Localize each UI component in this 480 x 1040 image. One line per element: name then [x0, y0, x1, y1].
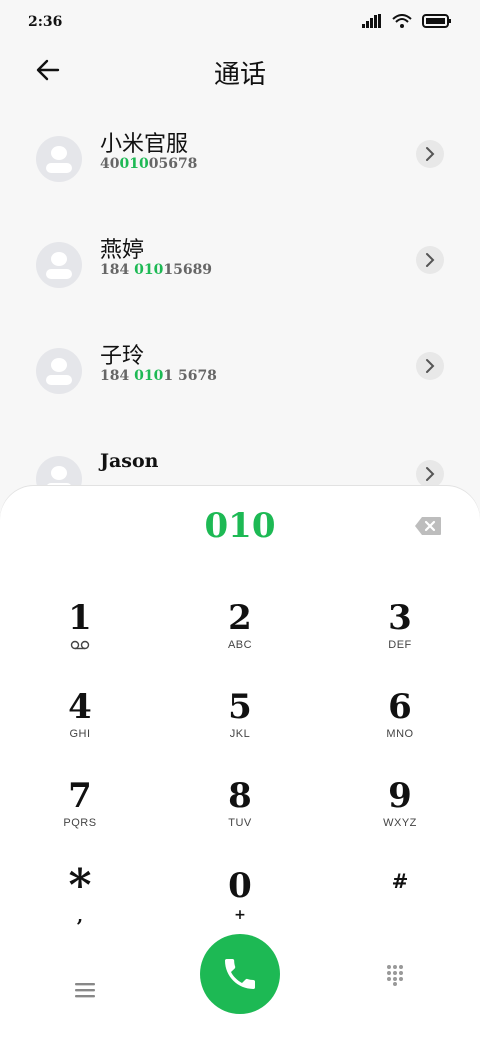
dialed-number: 010 — [204, 506, 276, 546]
voicemail-icon — [70, 640, 90, 650]
key-star[interactable]: * , — [20, 864, 140, 944]
chevron-right-icon[interactable] — [416, 140, 444, 168]
menu-icon[interactable] — [74, 980, 96, 1000]
contact-name: 燕婷 — [100, 238, 145, 263]
contact-row[interactable]: 子玲 184 0101 5678 — [0, 338, 480, 418]
contact-number: 184 01015689 — [100, 262, 213, 278]
avatar — [36, 136, 82, 182]
call-button[interactable] — [200, 934, 280, 1014]
contact-name: Jason — [100, 450, 159, 472]
chevron-right-icon[interactable] — [416, 246, 444, 274]
avatar — [36, 242, 82, 288]
phone-icon — [225, 959, 255, 989]
contact-row[interactable]: 燕婷 184 01015689 — [0, 232, 480, 312]
chevron-right-icon[interactable] — [416, 460, 444, 488]
key-1[interactable]: 1 — [20, 598, 140, 678]
status-time: 2:36 — [28, 14, 63, 30]
contact-name: 子玲 — [100, 344, 145, 369]
key-4[interactable]: 4 GHI — [20, 687, 140, 767]
wifi-icon — [392, 14, 412, 28]
key-3[interactable]: 3 DEF — [340, 598, 460, 678]
signal-icon — [362, 14, 381, 28]
battery-icon — [422, 14, 451, 28]
key-9[interactable]: 9 WXYZ — [340, 776, 460, 856]
keypad-icon[interactable] — [386, 964, 404, 986]
key-5[interactable]: 5 JKL — [180, 687, 300, 767]
status-bar: 2:36 — [0, 0, 480, 44]
contact-number: 184 0101 5678 — [100, 368, 217, 384]
contact-name: 小米官服 — [100, 132, 189, 157]
key-2[interactable]: 2 ABC — [180, 598, 300, 678]
status-icons — [362, 14, 452, 28]
contact-number: 4001005678 — [100, 156, 198, 172]
key-7[interactable]: 7 PQRS — [20, 776, 140, 856]
contact-row[interactable]: 小米官服 4001005678 — [0, 126, 480, 206]
key-8[interactable]: 8 TUV — [180, 776, 300, 856]
page-title: 通话 — [213, 60, 266, 90]
chevron-right-icon[interactable] — [416, 352, 444, 380]
backspace-icon[interactable] — [414, 516, 442, 536]
avatar — [36, 348, 82, 394]
header: 通话 — [0, 44, 480, 100]
key-6[interactable]: 6 MNO — [340, 687, 460, 767]
key-hash[interactable]: # — [340, 866, 460, 946]
